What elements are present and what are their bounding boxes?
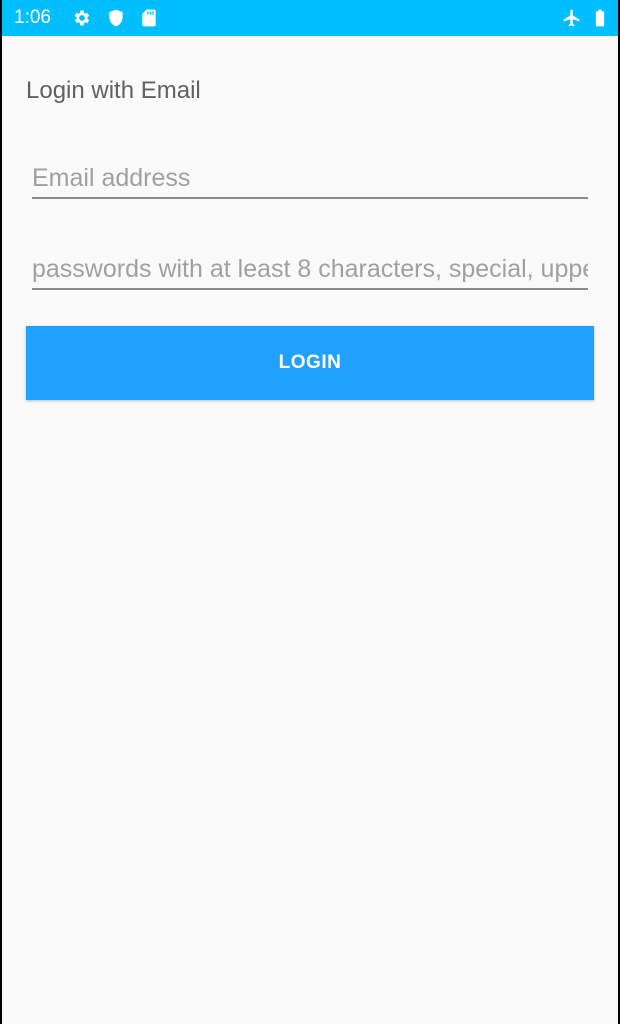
airplane-mode-icon xyxy=(562,8,582,28)
password-field xyxy=(32,250,588,290)
login-button[interactable]: LOGIN xyxy=(26,326,594,400)
page-title: Login with Email xyxy=(26,77,201,104)
status-time: 1:06 xyxy=(14,7,51,28)
shield-icon xyxy=(106,8,126,28)
sd-card-icon xyxy=(139,8,159,28)
battery-icon xyxy=(590,8,610,28)
status-bar: 1:06 xyxy=(2,0,618,36)
email-field xyxy=(32,159,588,199)
gear-icon xyxy=(72,8,92,28)
app-screen: 1:06 Login with Email LOGIN xyxy=(2,0,618,1024)
email-input[interactable] xyxy=(32,159,588,197)
password-input[interactable] xyxy=(32,250,588,288)
